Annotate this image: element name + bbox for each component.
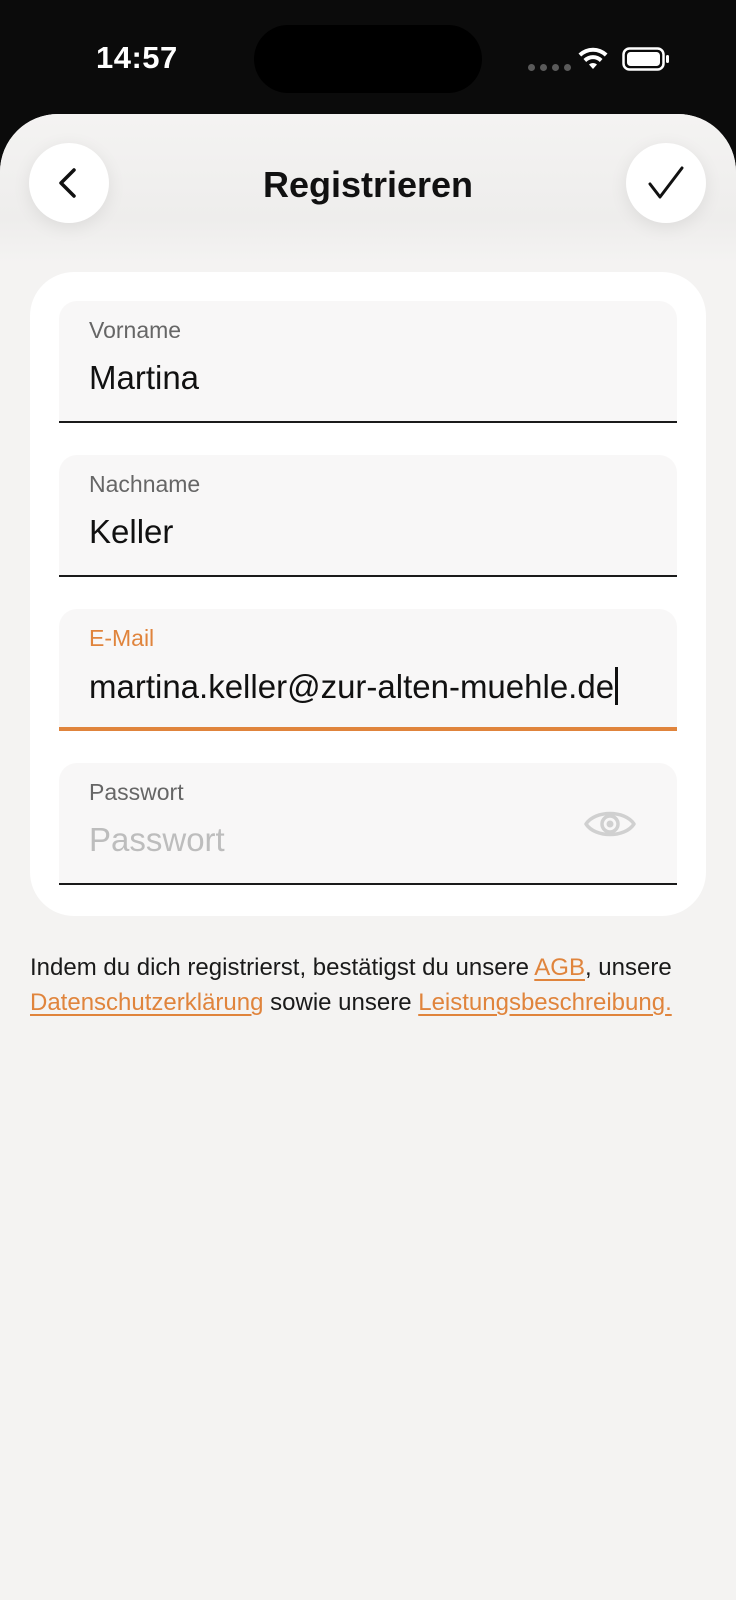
service-description-link[interactable]: Leistungsbeschreibung. <box>418 989 672 1016</box>
email-input[interactable]: martina.keller@zur-alten-muehle.de <box>89 667 619 706</box>
email-label: E-Mail <box>89 625 155 651</box>
last-name-field[interactable]: Nachname Keller <box>59 455 677 577</box>
dynamic-island <box>254 25 482 93</box>
last-name-input[interactable]: Keller <box>89 513 173 551</box>
first-name-input[interactable]: Martina <box>89 359 199 397</box>
email-input-text: martina.keller@zur-alten-muehle.de <box>89 668 615 705</box>
wifi-icon <box>578 47 608 69</box>
password-input[interactable]: Passwort <box>89 821 225 859</box>
status-time: 14:57 <box>96 40 178 75</box>
service-description-link-text: Leistungsbeschreibung <box>418 989 666 1016</box>
confirm-button[interactable] <box>626 143 706 223</box>
cellular-signal-icon <box>528 64 571 71</box>
back-button[interactable] <box>29 143 109 223</box>
legal-text-part1: Indem du dich registrierst, bestätigst d… <box>30 954 535 981</box>
legal-notice: Indem du dich registrierst, bestätigst d… <box>30 950 720 1020</box>
password-field[interactable]: Passwort Passwort <box>59 763 677 885</box>
phone-screen: 14:57 Registrieren Vorname Martina Nachn… <box>0 0 736 1600</box>
text-cursor <box>615 667 619 705</box>
registration-sheet: Registrieren Vorname Martina Nachname Ke… <box>0 114 736 1600</box>
first-name-field[interactable]: Vorname Martina <box>59 301 677 423</box>
first-name-label: Vorname <box>89 317 182 343</box>
show-password-eye-icon[interactable] <box>583 805 637 843</box>
agb-link[interactable]: AGB <box>534 954 585 981</box>
chevron-left-icon <box>59 168 76 198</box>
page-title: Registrieren <box>262 164 474 205</box>
password-label: Passwort <box>89 779 184 805</box>
checkmark-icon <box>648 166 684 199</box>
registration-form: Vorname Martina Nachname Keller E-Mail m… <box>30 272 706 916</box>
status-bar: 14:57 <box>0 0 736 116</box>
legal-text-part3: sowie unsere <box>263 989 419 1016</box>
legal-text-part4: . <box>665 989 672 1016</box>
last-name-label: Nachname <box>89 471 201 497</box>
legal-text-part2: , unsere <box>584 954 672 981</box>
email-field[interactable]: E-Mail martina.keller@zur-alten-muehle.d… <box>59 609 677 731</box>
battery-icon <box>622 47 669 71</box>
privacy-policy-link[interactable]: Datenschutzerklärung <box>30 989 263 1016</box>
